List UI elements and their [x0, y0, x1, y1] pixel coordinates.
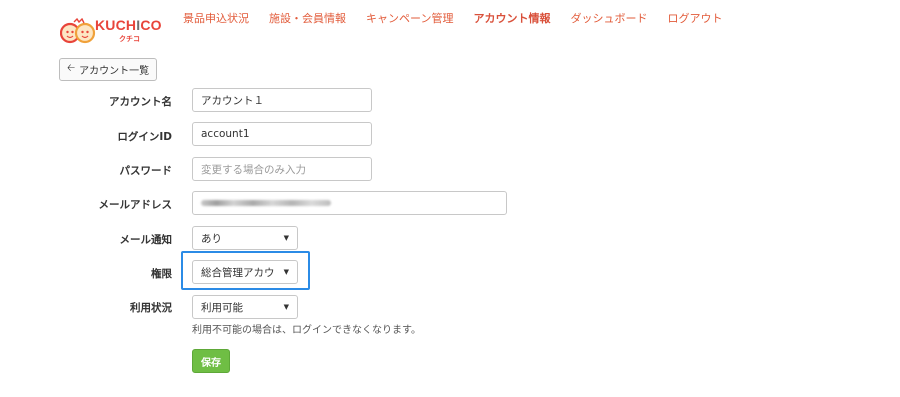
- authority-label: 権限: [151, 268, 172, 280]
- account-name-input[interactable]: アカウント１: [192, 88, 372, 112]
- nav-facility-member-info[interactable]: 施設・会員情報: [269, 10, 346, 26]
- login-id-label: ログインID: [117, 131, 172, 143]
- usage-status-value: 利用可能: [201, 301, 243, 314]
- usage-status-help-text: 利用不可能の場合は、ログインできなくなります。: [192, 325, 421, 336]
- nav-campaign-management[interactable]: キャンペーン管理: [366, 10, 453, 26]
- caret-down-icon: ▼: [283, 268, 289, 276]
- logo-faces-icon: [60, 18, 96, 44]
- main-nav: 景品申込状況 施設・会員情報 キャンペーン管理 アカウント情報 ダッシュボード …: [183, 10, 742, 26]
- caret-down-icon: ▼: [283, 234, 289, 242]
- email-label: メールアドレス: [98, 199, 173, 211]
- mail-notify-label: メール通知: [119, 234, 173, 246]
- back-to-account-list-button[interactable]: 🡠 アカウント一覧: [59, 58, 157, 81]
- authority-value: 総合管理アカウ: [201, 266, 275, 279]
- authority-select[interactable]: 総合管理アカウ ▼: [192, 260, 298, 284]
- usage-status-select[interactable]: 利用可能 ▼: [192, 295, 298, 319]
- usage-status-label: 利用状況: [130, 302, 172, 314]
- kuchico-logo[interactable]: KUCHICO クチコ: [60, 12, 170, 48]
- login-id-input[interactable]: account1: [192, 122, 372, 146]
- arrow-left-icon: 🡠: [67, 63, 76, 74]
- back-button-label: アカウント一覧: [79, 66, 150, 77]
- save-button[interactable]: 保存: [192, 349, 230, 373]
- caret-down-icon: ▼: [283, 303, 289, 311]
- logo-text: KUCHICO: [95, 17, 162, 33]
- redacted-email: [201, 200, 331, 206]
- email-input[interactable]: [192, 191, 507, 215]
- account-name-label: アカウント名: [109, 96, 172, 108]
- mail-notify-select[interactable]: あり ▼: [192, 226, 298, 250]
- nav-account-info[interactable]: アカウント情報: [473, 10, 550, 26]
- nav-prize-applications[interactable]: 景品申込状況: [183, 10, 249, 26]
- nav-logout[interactable]: ログアウト: [667, 10, 722, 26]
- password-label: パスワード: [119, 165, 173, 177]
- mail-notify-value: あり: [201, 232, 222, 245]
- password-input[interactable]: 変更する場合のみ入力: [192, 157, 372, 181]
- nav-dashboard[interactable]: ダッシュボード: [570, 10, 647, 26]
- logo-subtitle: クチコ: [119, 35, 140, 43]
